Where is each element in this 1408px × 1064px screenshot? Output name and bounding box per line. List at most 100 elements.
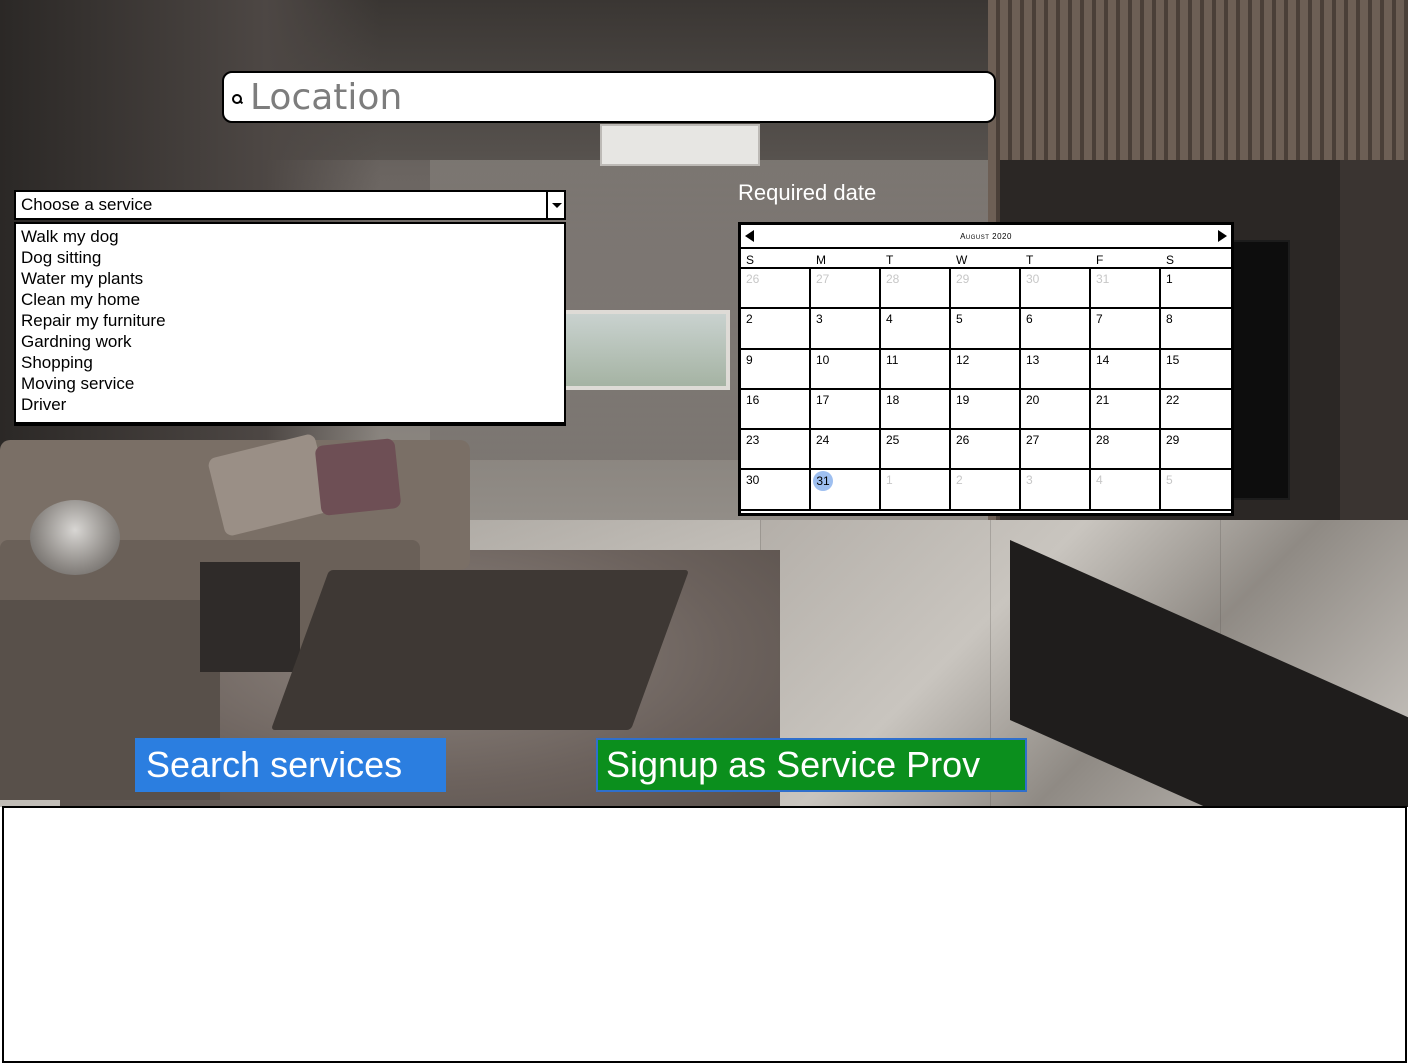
calendar-header: August 2020 bbox=[741, 225, 1231, 249]
calendar-day[interactable]: 20 bbox=[1021, 389, 1091, 431]
calendar-day[interactable]: 11 bbox=[881, 349, 951, 390]
signup-service-provider-button[interactable]: Signup as Service Prov bbox=[596, 738, 1027, 792]
weekday-label: F bbox=[1096, 253, 1104, 267]
weekday-header: SMTWTFS bbox=[741, 249, 1231, 269]
calendar-day[interactable]: 15 bbox=[1161, 350, 1231, 390]
calendar-day[interactable]: 3 bbox=[811, 309, 881, 350]
calendar-day-number: 30 bbox=[1026, 272, 1040, 286]
service-option[interactable]: Water my plants bbox=[21, 268, 564, 289]
search-services-button[interactable]: Search services bbox=[135, 738, 446, 792]
calendar-day-number: 13 bbox=[1026, 352, 1040, 367]
service-option[interactable]: Shopping bbox=[21, 352, 564, 373]
service-option[interactable]: Clean my home bbox=[21, 289, 564, 310]
calendar-day[interactable]: 14 bbox=[1091, 349, 1161, 390]
calendar-day-number: 4 bbox=[1096, 473, 1103, 488]
weekday-label: W bbox=[956, 253, 968, 267]
calendar-day[interactable]: 29 bbox=[1161, 430, 1231, 471]
service-option[interactable]: Gardning work bbox=[21, 331, 564, 352]
calendar-day-number: 10 bbox=[816, 352, 830, 367]
next-month-icon[interactable] bbox=[1217, 230, 1227, 242]
calendar-day[interactable]: 8 bbox=[1161, 309, 1231, 350]
calendar-day[interactable]: 2 bbox=[951, 470, 1021, 511]
calendar-day[interactable]: 5 bbox=[1161, 470, 1231, 511]
service-dropdown-value: Choose a service bbox=[21, 195, 153, 214]
weekday-label: T bbox=[1026, 253, 1034, 267]
date-picker: August 2020 SMTWTFS 26 27 28 29 30 31 1 2 3 4 5 6 7 8… bbox=[738, 222, 1234, 516]
calendar-day[interactable]: 16 bbox=[741, 389, 811, 431]
calendar-day[interactable]: 10 bbox=[811, 349, 881, 390]
calendar-day[interactable]: 30 bbox=[1021, 269, 1091, 310]
calendar-day[interactable]: 29 bbox=[951, 269, 1021, 310]
calendar-day[interactable]: 21 bbox=[1091, 389, 1161, 431]
calendar-day-number: 23 bbox=[746, 433, 760, 448]
calendar-day[interactable]: 30 bbox=[741, 470, 811, 511]
prev-month-icon[interactable] bbox=[745, 230, 754, 242]
service-option[interactable]: Driver bbox=[21, 394, 564, 415]
calendar-day[interactable]: 31 bbox=[1091, 269, 1161, 310]
calendar-day[interactable]: 26 bbox=[951, 430, 1021, 471]
results-panel bbox=[2, 806, 1407, 1063]
calendar-day[interactable]: 5 bbox=[951, 309, 1021, 350]
calendar-day[interactable]: 22 bbox=[1161, 390, 1231, 431]
calendar-month: August 2020 bbox=[960, 231, 1012, 241]
calendar-day-number: 27 bbox=[1026, 433, 1040, 448]
location-input[interactable] bbox=[250, 74, 970, 120]
calendar-day[interactable]: 1 bbox=[1161, 269, 1231, 310]
calendar-day[interactable]: 6 bbox=[1021, 309, 1091, 350]
weekday-label: M bbox=[816, 253, 826, 267]
calendar-day-number: 22 bbox=[1166, 392, 1180, 407]
side-table bbox=[200, 562, 300, 672]
calendar-day-number: 14 bbox=[1096, 352, 1110, 367]
calendar-day-number: 17 bbox=[816, 392, 830, 407]
calendar-day[interactable]: 18 bbox=[881, 389, 951, 431]
calendar-day[interactable]: 25 bbox=[881, 430, 951, 471]
calendar-day-number: 28 bbox=[1096, 433, 1110, 448]
service-option[interactable]: Walk my dog bbox=[21, 226, 564, 247]
calendar-day-number: 12 bbox=[956, 352, 970, 367]
calendar-day[interactable]: 27 bbox=[811, 269, 881, 310]
calendar-day[interactable]: 28 bbox=[1091, 430, 1161, 471]
coffee-table bbox=[270, 570, 690, 730]
calendar-day-number: 21 bbox=[1096, 392, 1110, 407]
calendar-day[interactable]: 17 bbox=[811, 389, 881, 431]
calendar-day-number: 29 bbox=[956, 272, 970, 286]
calendar-day[interactable]: 23 bbox=[741, 430, 811, 471]
calendar-day-number: 16 bbox=[746, 392, 760, 407]
calendar-day[interactable]: 2 bbox=[741, 309, 811, 350]
calendar-day[interactable]: 19 bbox=[951, 389, 1021, 431]
calendar-day[interactable]: 1 bbox=[881, 470, 951, 511]
calendar-day[interactable]: 4 bbox=[1091, 470, 1161, 511]
calendar-day-number: 28 bbox=[886, 272, 900, 286]
chevron-down-icon[interactable] bbox=[546, 192, 564, 218]
calendar-day-number: 26 bbox=[746, 272, 760, 286]
calendar-day-number: 25 bbox=[886, 433, 900, 448]
calendar-day[interactable]: 9 bbox=[741, 349, 811, 390]
search-icon bbox=[230, 92, 244, 106]
calendar-day-number: 18 bbox=[886, 392, 900, 407]
lamp bbox=[30, 500, 120, 575]
calendar-day-number: 6 bbox=[1026, 312, 1033, 327]
calendar-day-number: 9 bbox=[746, 352, 753, 367]
calendar-day[interactable]: 24 bbox=[811, 430, 881, 471]
calendar-day[interactable]: 7 bbox=[1091, 309, 1161, 350]
service-option[interactable]: Dog sitting bbox=[21, 247, 564, 268]
calendar-day[interactable]: 13 bbox=[1021, 349, 1091, 390]
calendar-day[interactable]: 26 bbox=[741, 269, 811, 310]
calendar-day-number: 2 bbox=[956, 473, 963, 488]
service-option[interactable]: Moving service bbox=[21, 373, 564, 394]
calendar-day[interactable]: 12 bbox=[951, 349, 1021, 390]
weekday-label: S bbox=[746, 253, 755, 267]
calendar-day-number: 4 bbox=[886, 312, 893, 327]
calendar-day[interactable]: 28 bbox=[881, 269, 951, 310]
calendar-day-number: 31 bbox=[813, 471, 833, 492]
calendar-day-number: 3 bbox=[1026, 473, 1033, 488]
calendar-day[interactable]: 3 bbox=[1021, 470, 1091, 511]
calendar-day-number: 19 bbox=[956, 392, 970, 407]
service-dropdown[interactable]: Choose a service bbox=[14, 190, 566, 220]
calendar-day-selected[interactable]: 31 bbox=[811, 470, 881, 511]
service-option[interactable]: Repair my furniture bbox=[21, 310, 564, 331]
calendar-day[interactable]: 27 bbox=[1021, 430, 1091, 471]
service-options-list: Walk my dog Dog sitting Water my plants … bbox=[14, 222, 566, 426]
calendar-day[interactable]: 4 bbox=[881, 309, 951, 350]
location-search[interactable] bbox=[222, 71, 996, 123]
